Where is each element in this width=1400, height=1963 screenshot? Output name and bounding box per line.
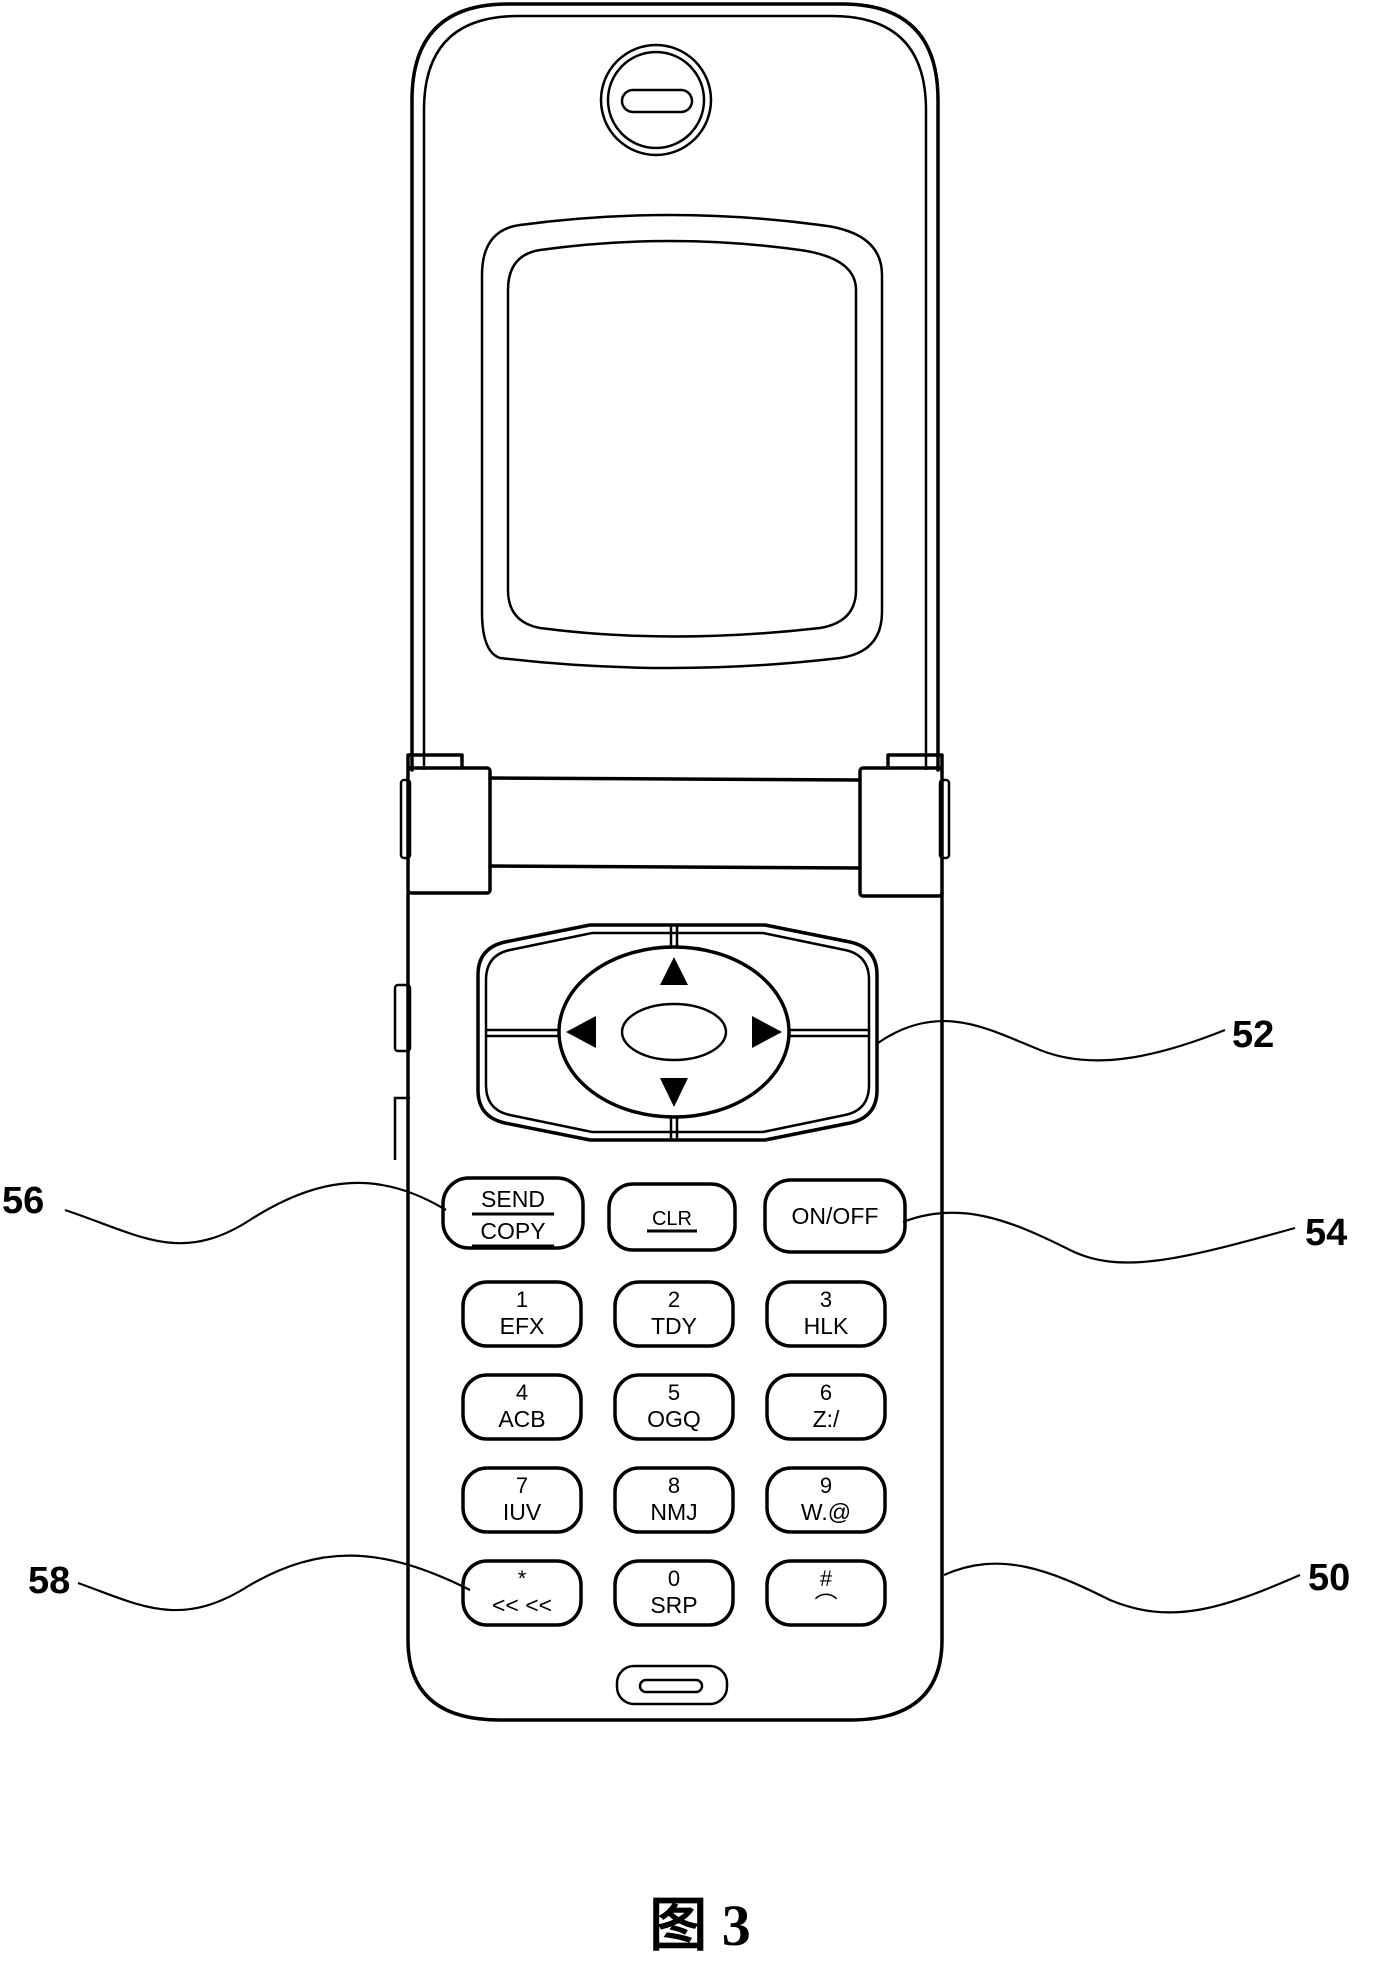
key-5[interactable]: 5OGQ: [613, 1373, 735, 1441]
on-off-label: ON/OFF: [792, 1203, 879, 1229]
key-letters: SRP: [650, 1592, 697, 1618]
ref-label-56: 56: [2, 1180, 44, 1222]
ref-label-58: 58: [28, 1560, 70, 1602]
key-letters: ACB: [498, 1406, 545, 1432]
clr-label: CLR: [652, 1208, 692, 1230]
key-letters: NMJ: [650, 1499, 697, 1525]
key-digit: 0: [668, 1566, 680, 1591]
key-digit: 2: [668, 1287, 680, 1312]
key-letters: ⌒: [815, 1592, 838, 1618]
key-digit: 1: [516, 1287, 528, 1312]
copy-label: COPY: [480, 1218, 545, 1244]
clear-key[interactable]: CLR: [607, 1182, 737, 1252]
key-letters: << <<: [492, 1592, 552, 1618]
leader-58: [77, 1554, 471, 1612]
key-hash[interactable]: #⌒: [765, 1559, 887, 1627]
key-6[interactable]: 6Z:/: [765, 1373, 887, 1441]
leader-54: [902, 1211, 1296, 1264]
ref-label-52: 52: [1232, 1014, 1274, 1056]
hinge: [399, 753, 951, 898]
key-digit: #: [820, 1566, 833, 1591]
power-key[interactable]: ON/OFF: [763, 1178, 907, 1254]
figure-caption: 图 3: [649, 1893, 751, 1958]
key-8[interactable]: 8NMJ: [613, 1466, 735, 1534]
screen: [506, 239, 858, 638]
display: [480, 213, 884, 670]
key-digit: *: [518, 1566, 527, 1591]
key-letters: OGQ: [647, 1406, 701, 1432]
navigation-key[interactable]: [476, 923, 879, 1142]
key-9[interactable]: 9W.@: [765, 1466, 887, 1534]
leader-56: [64, 1181, 447, 1245]
key-0[interactable]: 0SRP: [613, 1559, 735, 1627]
key-digit: 3: [820, 1287, 832, 1312]
key-digit: 7: [516, 1473, 528, 1498]
key-letters: HLK: [804, 1313, 849, 1339]
phone-lid: [410, 2, 940, 772]
microphone: [615, 1664, 729, 1706]
key-digit: 9: [820, 1473, 832, 1498]
flip-phone-diagram: SEND COPY CLR ON/OFF 1EFX 2TDY 3HLK 4ACB 5OG…: [2, 2, 1350, 1958]
key-2[interactable]: 2TDY: [613, 1280, 735, 1348]
leader-50: [943, 1562, 1301, 1614]
send-label: SEND: [481, 1186, 545, 1212]
key-digit: 5: [668, 1380, 680, 1405]
key-digit: 4: [516, 1380, 528, 1405]
key-3[interactable]: 3HLK: [765, 1280, 887, 1348]
ref-label-54: 54: [1305, 1212, 1347, 1254]
key-star[interactable]: *<< <<: [461, 1559, 583, 1627]
key-letters: TDY: [651, 1313, 697, 1339]
ref-label-50: 50: [1308, 1557, 1350, 1599]
key-7[interactable]: 7IUV: [461, 1466, 583, 1534]
key-digit: 6: [820, 1380, 832, 1405]
earpiece: [599, 43, 713, 157]
key-1[interactable]: 1EFX: [461, 1280, 583, 1348]
send-copy-key[interactable]: SEND COPY: [441, 1176, 585, 1250]
key-letters: IUV: [503, 1499, 542, 1525]
key-4[interactable]: 4ACB: [461, 1373, 583, 1441]
leader-52: [877, 1019, 1226, 1062]
key-letters: EFX: [500, 1313, 545, 1339]
keypad: 1EFX2TDY3HLK4ACB5OGQ6Z:/7IUV8NMJ9W.@*<< …: [461, 1280, 887, 1627]
key-digit: 8: [668, 1473, 680, 1498]
key-letters: W.@: [801, 1499, 851, 1525]
key-letters: Z:/: [813, 1406, 840, 1432]
